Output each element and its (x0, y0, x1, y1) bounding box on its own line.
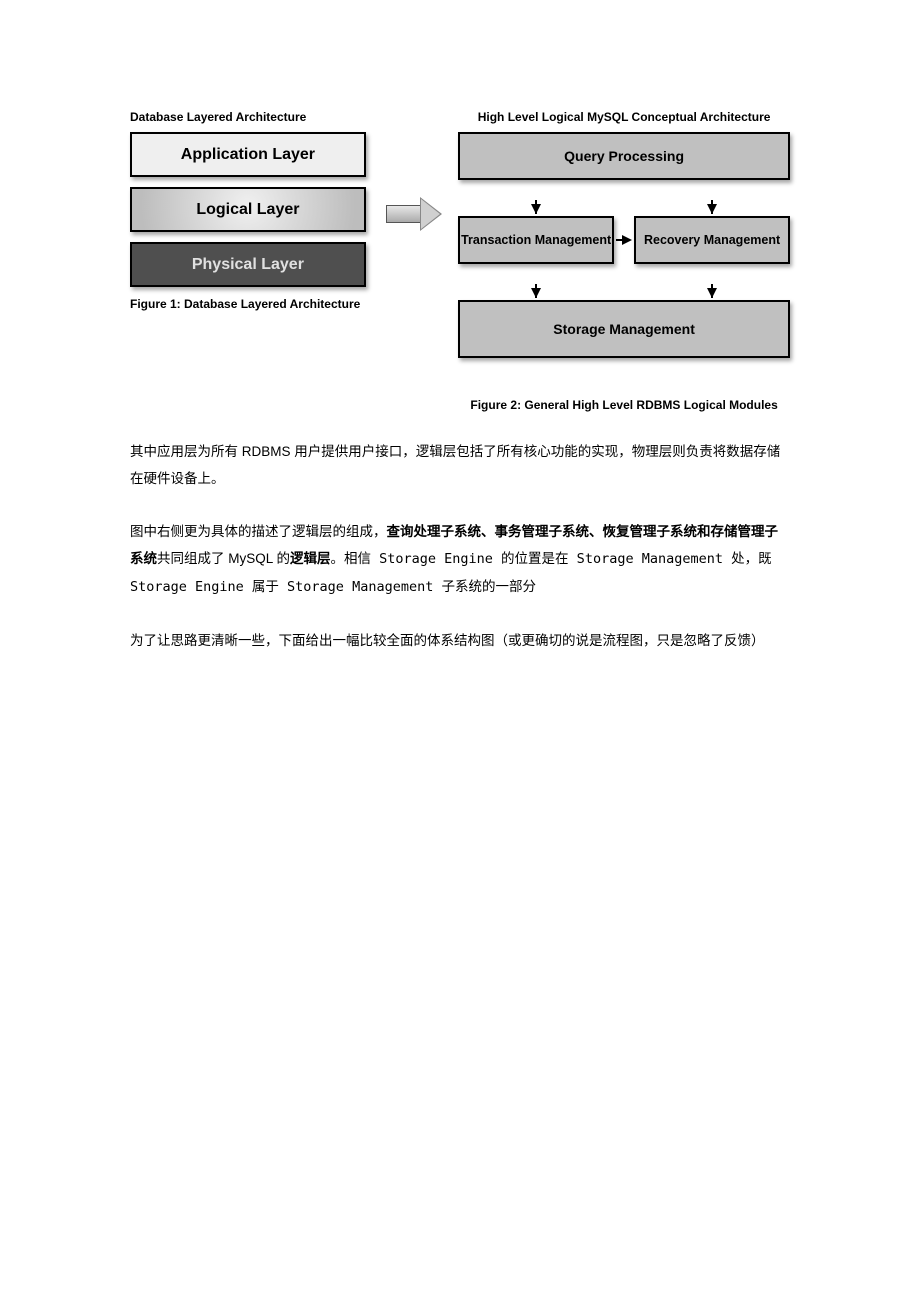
paragraph-2-text-a: 图中右侧更为具体的描述了逻辑层的组成， (130, 524, 387, 539)
recovery-mgmt-box: Recovery Management (634, 216, 790, 264)
figure-1: Database Layered Architecture Applicatio… (130, 110, 366, 311)
paragraph-1: 其中应用层为所有 RDBMS 用户提供用户接口，逻辑层包括了所有核心功能的实现，… (130, 438, 790, 492)
paragraph-2-text-c: 共同组成了 MySQL 的 (157, 551, 290, 566)
paragraph-2: 图中右侧更为具体的描述了逻辑层的组成，查询处理子系统、事务管理子系统、恢复管理子… (130, 518, 790, 601)
paragraph-2-bold-2: 逻辑层 (290, 551, 331, 566)
figure-2: High Level Logical MySQL Conceptual Arch… (458, 110, 790, 412)
figure-2-caption: Figure 2: General High Level RDBMS Logic… (458, 398, 790, 412)
arrow-down-icon (531, 204, 541, 214)
figure-2-middle-row: Transaction Management Recovery Manageme… (458, 216, 790, 264)
maps-to-arrow-icon (386, 205, 438, 223)
figure-1-caption: Figure 1: Database Layered Architecture (130, 297, 366, 311)
arrow-down-icon (707, 288, 717, 298)
paragraph-3: 为了让思路更清晰一些，下面给出一幅比较全面的体系结构图（或更确切的说是流程图，只… (130, 627, 790, 654)
logical-layer-box: Logical Layer (130, 187, 366, 232)
query-processing-box: Query Processing (458, 132, 790, 180)
storage-mgmt-box: Storage Management (458, 300, 790, 358)
arrow-right-icon (622, 235, 632, 245)
figure-2-title: High Level Logical MySQL Conceptual Arch… (458, 110, 790, 124)
arrow-down-icon (531, 288, 541, 298)
transaction-mgmt-box: Transaction Management (458, 216, 614, 264)
figures-row: Database Layered Architecture Applicatio… (130, 110, 790, 412)
physical-layer-box: Physical Layer (130, 242, 366, 287)
application-layer-box: Application Layer (130, 132, 366, 177)
arrow-down-icon (707, 204, 717, 214)
figure-1-title: Database Layered Architecture (130, 110, 366, 124)
